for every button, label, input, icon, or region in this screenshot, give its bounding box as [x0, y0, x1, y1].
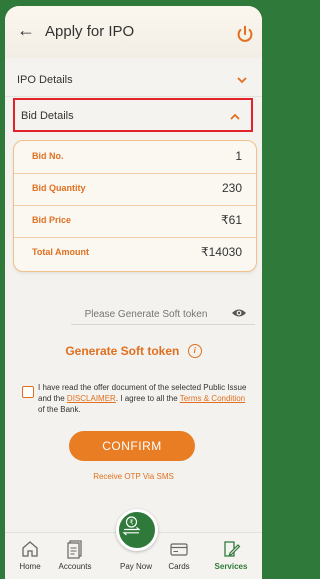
bid-row-label: Bid Quantity [32, 183, 86, 193]
eye-icon[interactable] [231, 307, 247, 319]
power-icon[interactable] [234, 24, 256, 46]
disclaimer-part: of the Bank. [38, 405, 81, 414]
disclaimer-link[interactable]: DISCLAIMER [67, 394, 116, 403]
nav-label: Services [214, 562, 248, 571]
bid-details-accordion[interactable]: Bid Details [13, 98, 253, 132]
page-title: Apply for IPO [45, 23, 135, 40]
services-icon [224, 541, 241, 557]
bid-row: Bid Quantity 230 [14, 173, 256, 206]
bid-row: Bid Price ₹61 [14, 205, 256, 238]
nav-label: Accounts [58, 562, 92, 571]
nav-item-accounts[interactable]: Accounts [50, 539, 100, 571]
bid-row-value: 230 [221, 181, 242, 195]
svg-text:₹: ₹ [129, 519, 133, 527]
disclaimer-part: . I agree to all the [115, 394, 180, 403]
nav-label-pay-now: Pay Now [119, 562, 152, 571]
agree-checkbox[interactable] [22, 386, 34, 398]
bid-row-label: Bid No. [32, 151, 64, 161]
apply-ipo-screen: ← Apply for IPO IPO Details Bid Details … [5, 6, 262, 579]
home-icon [22, 541, 38, 557]
bid-row-label: Total Amount [32, 247, 89, 257]
bid-row: Total Amount ₹14030 [14, 237, 256, 269]
confirm-button[interactable]: CONFIRM [69, 431, 195, 461]
nav-item-home[interactable]: Home [5, 539, 55, 571]
card-icon [170, 543, 188, 556]
bid-row: Bid No. 1 [14, 141, 256, 174]
info-icon[interactable]: i [187, 344, 202, 358]
bid-row-label: Bid Price [32, 215, 72, 225]
soft-token-field [71, 306, 255, 325]
bid-row-value: 1 [235, 149, 242, 163]
disclaimer-text: I have read the offer document of the se… [38, 382, 248, 415]
generate-soft-token-label: Generate Soft token [65, 344, 180, 358]
bid-row-value: ₹14030 [200, 245, 242, 259]
nav-label: Home [19, 562, 41, 571]
receive-otp-link[interactable]: Receive OTP Via SMS [5, 472, 262, 481]
generate-soft-token-button[interactable]: Generate Soft token i [5, 344, 262, 358]
nav-item-services[interactable]: Services [206, 539, 256, 571]
pay-now-button[interactable]: ₹ [116, 509, 158, 551]
ipo-details-label: IPO Details [17, 74, 73, 86]
terms-link[interactable]: Terms & Condition [180, 394, 245, 403]
chevron-down-icon [237, 77, 247, 84]
accounts-icon [67, 540, 82, 559]
back-arrow-icon[interactable]: ← [17, 21, 35, 39]
header: ← Apply for IPO [5, 6, 262, 58]
bid-details-label: Bid Details [21, 110, 74, 122]
ipo-details-accordion[interactable]: IPO Details [5, 64, 262, 97]
pay-now-icon: ₹ [122, 516, 141, 536]
bid-row-value: ₹61 [221, 213, 242, 227]
soft-token-input[interactable] [71, 306, 221, 322]
bid-details-card: Bid No. 1 Bid Quantity 230 Bid Price ₹61… [13, 140, 257, 272]
chevron-up-icon [230, 113, 240, 120]
